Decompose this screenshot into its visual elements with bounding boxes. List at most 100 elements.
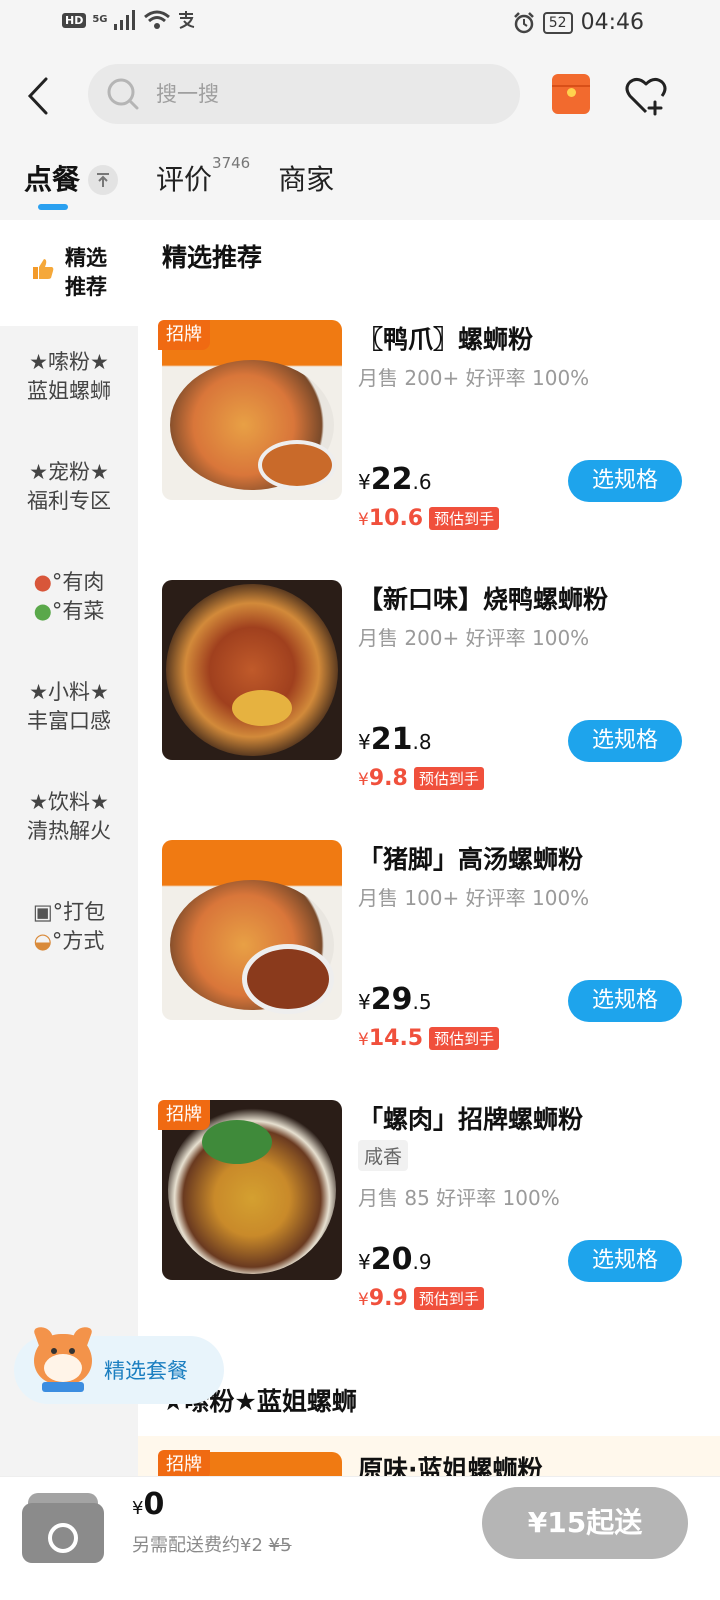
estimated-amount: 9.9 <box>368 1286 408 1311</box>
sidebar-line: 精选 <box>65 246 107 270</box>
dish-sales: 月售 200+ 好评率 100% <box>358 366 590 390</box>
currency-symbol: ¥ <box>358 510 369 530</box>
thumbs-up-icon <box>31 257 55 289</box>
sidebar-item-noodles[interactable]: ★嗦粉★ 蓝姐螺蛳 <box>0 348 138 406</box>
dish-name: 〖鸭爪〗螺蛳粉 <box>358 325 534 354</box>
currency-symbol: ¥ <box>358 1030 369 1050</box>
currency-symbol: ¥ <box>358 1290 369 1310</box>
estimated-price-value: ¥9.9 <box>358 1286 408 1311</box>
sidebar-line: 蓝姐螺蛳 <box>27 379 111 403</box>
price-integer: 21 <box>370 722 413 757</box>
section-title-featured: 精选推荐 <box>162 243 263 272</box>
price-decimal: .9 <box>412 1250 432 1274</box>
sidebar-line: °有肉 <box>51 570 105 594</box>
dish-name: 【新口味】烧鸭螺蛳粉 <box>358 585 609 614</box>
back-button[interactable] <box>18 72 58 120</box>
signature-badge: 招牌 <box>158 1450 210 1476</box>
tab-reviews[interactable]: 评价3746 <box>156 154 250 198</box>
min-order-button[interactable]: ¥15起送 <box>482 1487 688 1559</box>
estimated-price: ¥9.9 预估到手 <box>358 1286 484 1311</box>
estimated-label: 预估到手 <box>413 767 484 790</box>
sidebar-item-fan-welfare[interactable]: ★宠粉★ 福利专区 <box>0 458 138 516</box>
menu-item[interactable]: 【新口味】烧鸭螺蛳粉 月售 200+ 好评率 100% ¥21.8 选规格 ¥9… <box>162 580 692 791</box>
flavor-tag: 咸香 <box>358 1140 409 1171</box>
dish-name: 原味·蓝姐螺蛳粉 <box>358 1455 543 1476</box>
sidebar-item-toppings[interactable]: ★小料★ 丰富口感 <box>0 678 138 736</box>
vegetable-icon: ● <box>33 599 52 623</box>
red-packet-seal <box>567 88 576 97</box>
dish-sales: 月售 100+ 好评率 100% <box>358 886 590 910</box>
select-spec-button[interactable]: 选规格 <box>568 980 682 1022</box>
alipay-icon <box>178 11 194 29</box>
mascot-eye <box>51 1348 57 1354</box>
tab-bar: 点餐 评价3746 商家 <box>24 154 334 210</box>
hd-indicator: HD <box>62 12 87 28</box>
currency-symbol: ¥ <box>132 1498 144 1519</box>
delivery-fee-original: ¥5 <box>268 1535 292 1556</box>
favorite-add-icon[interactable] <box>624 74 668 118</box>
menu-item-partial[interactable]: 招牌 原味·蓝姐螺蛳粉 <box>138 1436 720 1476</box>
estimated-price-value: ¥9.8 <box>358 766 408 791</box>
cart-bar: ¥0 另需配送费约¥2 ¥5 ¥15起送 <box>0 1476 720 1600</box>
estimated-label: 预估到手 <box>429 1027 500 1050</box>
estimated-price-value: ¥14.5 <box>358 1026 423 1051</box>
battery-indicator: 52 <box>542 11 573 34</box>
dish-topping <box>232 690 292 726</box>
meat-icon: ● <box>33 570 52 594</box>
chevron-left-icon <box>27 77 48 115</box>
dish-side-plate <box>242 944 334 1014</box>
dish-price: ¥21.8 <box>358 722 432 757</box>
mascot-eye <box>69 1348 75 1354</box>
clock: 04:46 <box>580 10 644 35</box>
dish-image[interactable] <box>162 580 342 760</box>
sidebar-item-meat-veg[interactable]: ●°有肉 ●°有菜 <box>0 568 138 626</box>
mascot-face <box>44 1354 82 1382</box>
wifi-icon <box>143 10 170 29</box>
dish-name: 「螺肉」招牌螺蛳粉 <box>358 1105 584 1134</box>
delivery-fee: 另需配送费约¥2 ¥5 <box>132 1531 292 1557</box>
price-integer: 22 <box>370 462 413 497</box>
signature-badge: 招牌 <box>158 1100 210 1130</box>
sidebar-item-packaging[interactable]: ▣°打包 ◒°方式 <box>0 898 138 956</box>
estimated-amount: 14.5 <box>368 1026 424 1051</box>
sidebar-line: °打包 <box>52 900 106 924</box>
estimated-price-value: ¥10.6 <box>358 506 423 531</box>
search-icon <box>107 78 139 110</box>
select-spec-button[interactable]: 选规格 <box>568 720 682 762</box>
tab-merchant-label: 商家 <box>278 163 335 196</box>
red-packet-icon[interactable] <box>552 74 590 114</box>
status-bar: HD 5G 52 04:46 <box>0 0 720 48</box>
cart-button[interactable] <box>22 1485 104 1563</box>
sidebar-item-label: 精选 推荐 <box>65 244 107 302</box>
combo-promo-label: 精选套餐 <box>104 1359 188 1383</box>
select-spec-button[interactable]: 选规格 <box>568 1240 682 1282</box>
price-decimal: .8 <box>412 730 432 754</box>
tab-reviews-label: 评价 <box>156 163 213 196</box>
sidebar-line: ★饮料★ <box>29 790 109 814</box>
tab-order[interactable]: 点餐 <box>24 158 119 210</box>
signature-badge: 招牌 <box>158 320 210 350</box>
menu-item[interactable]: 「猪脚」高汤螺蛳粉 月售 100+ 好评率 100% ¥29.5 选规格 ¥14… <box>162 840 692 1051</box>
currency-symbol: ¥ <box>358 770 369 790</box>
dish-price: ¥20.9 <box>358 1242 432 1277</box>
status-left: HD 5G <box>62 10 196 30</box>
currency-symbol: ¥ <box>358 1250 371 1274</box>
sidebar-item-featured[interactable]: 精选 推荐 <box>0 220 138 326</box>
noodle-bowl-icon: ◒ <box>33 929 52 953</box>
search-input[interactable] <box>156 82 496 106</box>
dish-price: ¥22.6 <box>358 462 432 497</box>
dish-side-plate <box>258 440 336 490</box>
collapse-top-icon[interactable] <box>88 165 119 195</box>
dish-image[interactable] <box>162 840 342 1020</box>
menu-item[interactable]: 招牌 「螺肉」招牌螺蛳粉 咸香 月售 85 好评率 100% ¥20.9 选规格… <box>158 1100 692 1311</box>
shiba-mascot-icon[interactable] <box>33 1323 93 1398</box>
network-type: 5G <box>92 14 108 25</box>
sidebar-item-drinks[interactable]: ★饮料★ 清热解火 <box>0 788 138 846</box>
currency-symbol: ¥ <box>358 470 371 494</box>
menu-item[interactable]: 招牌 〖鸭爪〗螺蛳粉 月售 200+ 好评率 100% ¥22.6 选规格 ¥1… <box>158 320 692 531</box>
review-count: 3746 <box>212 154 251 172</box>
search-bar[interactable] <box>88 64 520 124</box>
sidebar-line: 清热解火 <box>27 819 111 843</box>
tab-merchant[interactable]: 商家 <box>278 158 334 198</box>
select-spec-button[interactable]: 选规格 <box>568 460 682 502</box>
